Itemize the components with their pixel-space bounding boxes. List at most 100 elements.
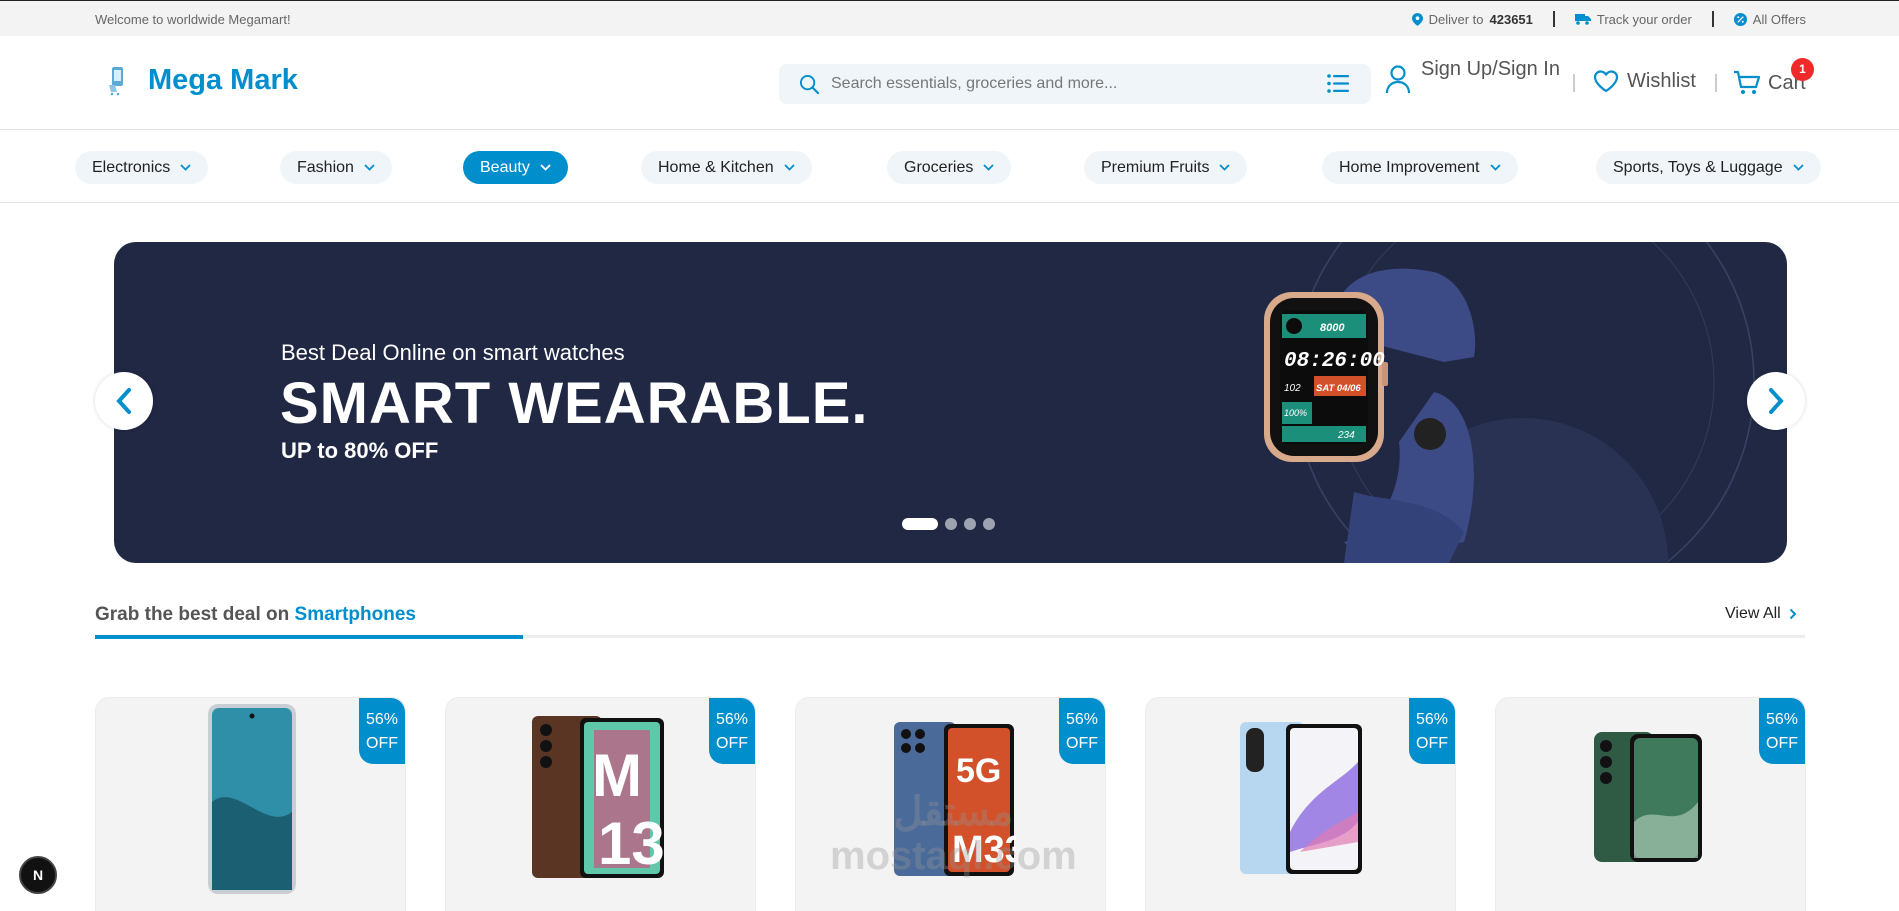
discount-badge: 56% OFF [1409, 698, 1455, 764]
discount-off-label: OFF [366, 735, 398, 752]
deliver-pincode: 423651 [1489, 11, 1533, 27]
section-title-highlight: Smartphones [294, 604, 416, 625]
smartphone-image [208, 704, 296, 894]
category-nav: Electronics Fashion Beauty Home & Kitche… [0, 131, 1899, 203]
product-card[interactable]: 56% OFF [1145, 697, 1456, 911]
chevron-down-icon [783, 164, 795, 171]
chevron-down-icon [1489, 164, 1501, 171]
category-label: Groceries [904, 158, 974, 176]
discount-off-label: OFF [1066, 735, 1098, 752]
chevron-right-icon [1789, 608, 1797, 620]
chevron-left-icon [116, 388, 131, 414]
category-beauty[interactable]: Beauty [463, 151, 568, 184]
heart-icon [1593, 70, 1619, 93]
chevron-down-icon [1219, 164, 1231, 171]
cart-count-badge: 1 [1791, 58, 1814, 81]
deliver-to[interactable]: Deliver to 423651 [1411, 11, 1533, 27]
category-label: Fashion [297, 158, 354, 176]
discount-off-label: OFF [1416, 735, 1448, 752]
smartwatch-image: 8000 08:26:00 102 SAT 04/06 100% 234 [1264, 268, 1476, 563]
chevron-down-icon [540, 164, 551, 171]
watermark: مستقل mostaql.com [830, 790, 1077, 878]
carousel-next-button[interactable] [1747, 372, 1805, 430]
category-label: Home Improvement [1339, 158, 1480, 176]
watch-steps: 8000 [1320, 322, 1345, 334]
smartphone-image: M 13 [532, 716, 665, 878]
product-card[interactable]: 56% OFF [1495, 697, 1806, 911]
category-groceries[interactable]: Groceries [887, 151, 1012, 184]
deliver-to-label: Deliver to [1428, 11, 1484, 27]
product-card[interactable]: 56% OFF [95, 697, 406, 911]
wishlist-label: Wishlist [1627, 70, 1696, 92]
discount-percent: 56% [715, 711, 749, 728]
category-label: Home & Kitchen [658, 158, 774, 176]
svg-text:5G: 5G [956, 752, 1001, 790]
category-fashion[interactable]: Fashion [280, 151, 392, 184]
category-home-improvement[interactable]: Home Improvement [1322, 151, 1518, 184]
carousel-dot[interactable] [983, 518, 995, 530]
welcome-message: Welcome to worldwide Megamart! [95, 12, 291, 27]
watch-heart-rate: 102 [1284, 383, 1301, 394]
discount-off-label: OFF [716, 735, 748, 752]
view-all-label: View All [1725, 605, 1781, 622]
hero-banner[interactable]: Best Deal Online on smart watches SMART … [114, 242, 1787, 563]
product-card[interactable]: M 13 56% OFF [445, 697, 756, 911]
search-icon[interactable] [799, 74, 820, 95]
divider [1552, 11, 1555, 27]
cart-icon [1734, 70, 1760, 94]
section-divider-accent [95, 635, 523, 639]
discount-badge: 56% OFF [1059, 698, 1105, 764]
watermark-latin: mostaql.com [830, 834, 1077, 878]
category-label: Beauty [480, 158, 530, 176]
location-pin-icon [1411, 12, 1423, 26]
discount-percent: 56% [1765, 711, 1799, 728]
carousel-dot[interactable] [964, 518, 976, 530]
divider [1573, 74, 1575, 92]
track-order-link[interactable]: Track your order [1574, 11, 1692, 27]
carousel-dot[interactable] [902, 518, 938, 530]
chevron-down-icon [364, 164, 375, 171]
chevron-down-icon [1792, 164, 1804, 171]
category-label: Premium Fruits [1101, 158, 1210, 176]
logo[interactable]: Mega Mark [106, 64, 298, 97]
view-all-link[interactable]: View All [1725, 605, 1797, 623]
category-label: Sports, Toys & Luggage [1613, 158, 1783, 176]
logo-text: Mega Mark [148, 64, 298, 96]
svg-text:13: 13 [598, 810, 665, 877]
watch-date: SAT 04/06 [1316, 383, 1361, 394]
list-menu-icon[interactable] [1327, 74, 1349, 93]
section-divider [95, 635, 1805, 639]
top-bar-links: Deliver to 423651 Track your order All O… [1411, 11, 1806, 27]
divider [1711, 11, 1714, 27]
discount-percent: 56% [1065, 711, 1099, 728]
smartphone-image [1240, 722, 1362, 874]
dev-tools-badge[interactable]: N [19, 856, 57, 894]
section-title-prefix: Grab the best deal on [95, 604, 290, 625]
carousel-dot[interactable] [945, 518, 957, 530]
search-input[interactable] [831, 64, 1301, 104]
category-premium-fruits[interactable]: Premium Fruits [1084, 151, 1248, 184]
watermark-arabic: مستقل [893, 790, 1014, 834]
sign-in-link[interactable]: Sign Up/Sign In [1385, 56, 1565, 94]
discount-off-label: OFF [1766, 735, 1798, 752]
banner-subtitle: Best Deal Online on smart watches [281, 340, 625, 365]
main-header: Mega Mark Sign Up/Sign In Wishlist Cart … [0, 36, 1899, 130]
offer-percent-icon [1733, 12, 1747, 26]
wishlist-link[interactable]: Wishlist [1593, 70, 1696, 93]
category-electronics[interactable]: Electronics [75, 151, 209, 184]
category-label: Electronics [92, 158, 171, 176]
section-title: Grab the best deal on Smartphones [95, 604, 416, 626]
category-home-kitchen[interactable]: Home & Kitchen [641, 151, 812, 184]
top-bar: Welcome to worldwide Megamart! Deliver t… [0, 0, 1899, 36]
discount-percent: 56% [365, 711, 399, 728]
user-icon [1385, 65, 1411, 94]
chevron-down-icon [983, 164, 994, 171]
discount-percent: 56% [1415, 711, 1449, 728]
truck-icon [1574, 14, 1591, 25]
category-sports-toys-luggage[interactable]: Sports, Toys & Luggage [1596, 151, 1821, 184]
all-offers-link[interactable]: All Offers [1733, 12, 1806, 27]
track-order-label: Track your order [1596, 11, 1692, 27]
carousel-prev-button[interactable] [95, 372, 153, 430]
cart-link[interactable]: Cart 1 [1733, 58, 1814, 96]
discount-badge: 56% OFF [359, 698, 405, 764]
